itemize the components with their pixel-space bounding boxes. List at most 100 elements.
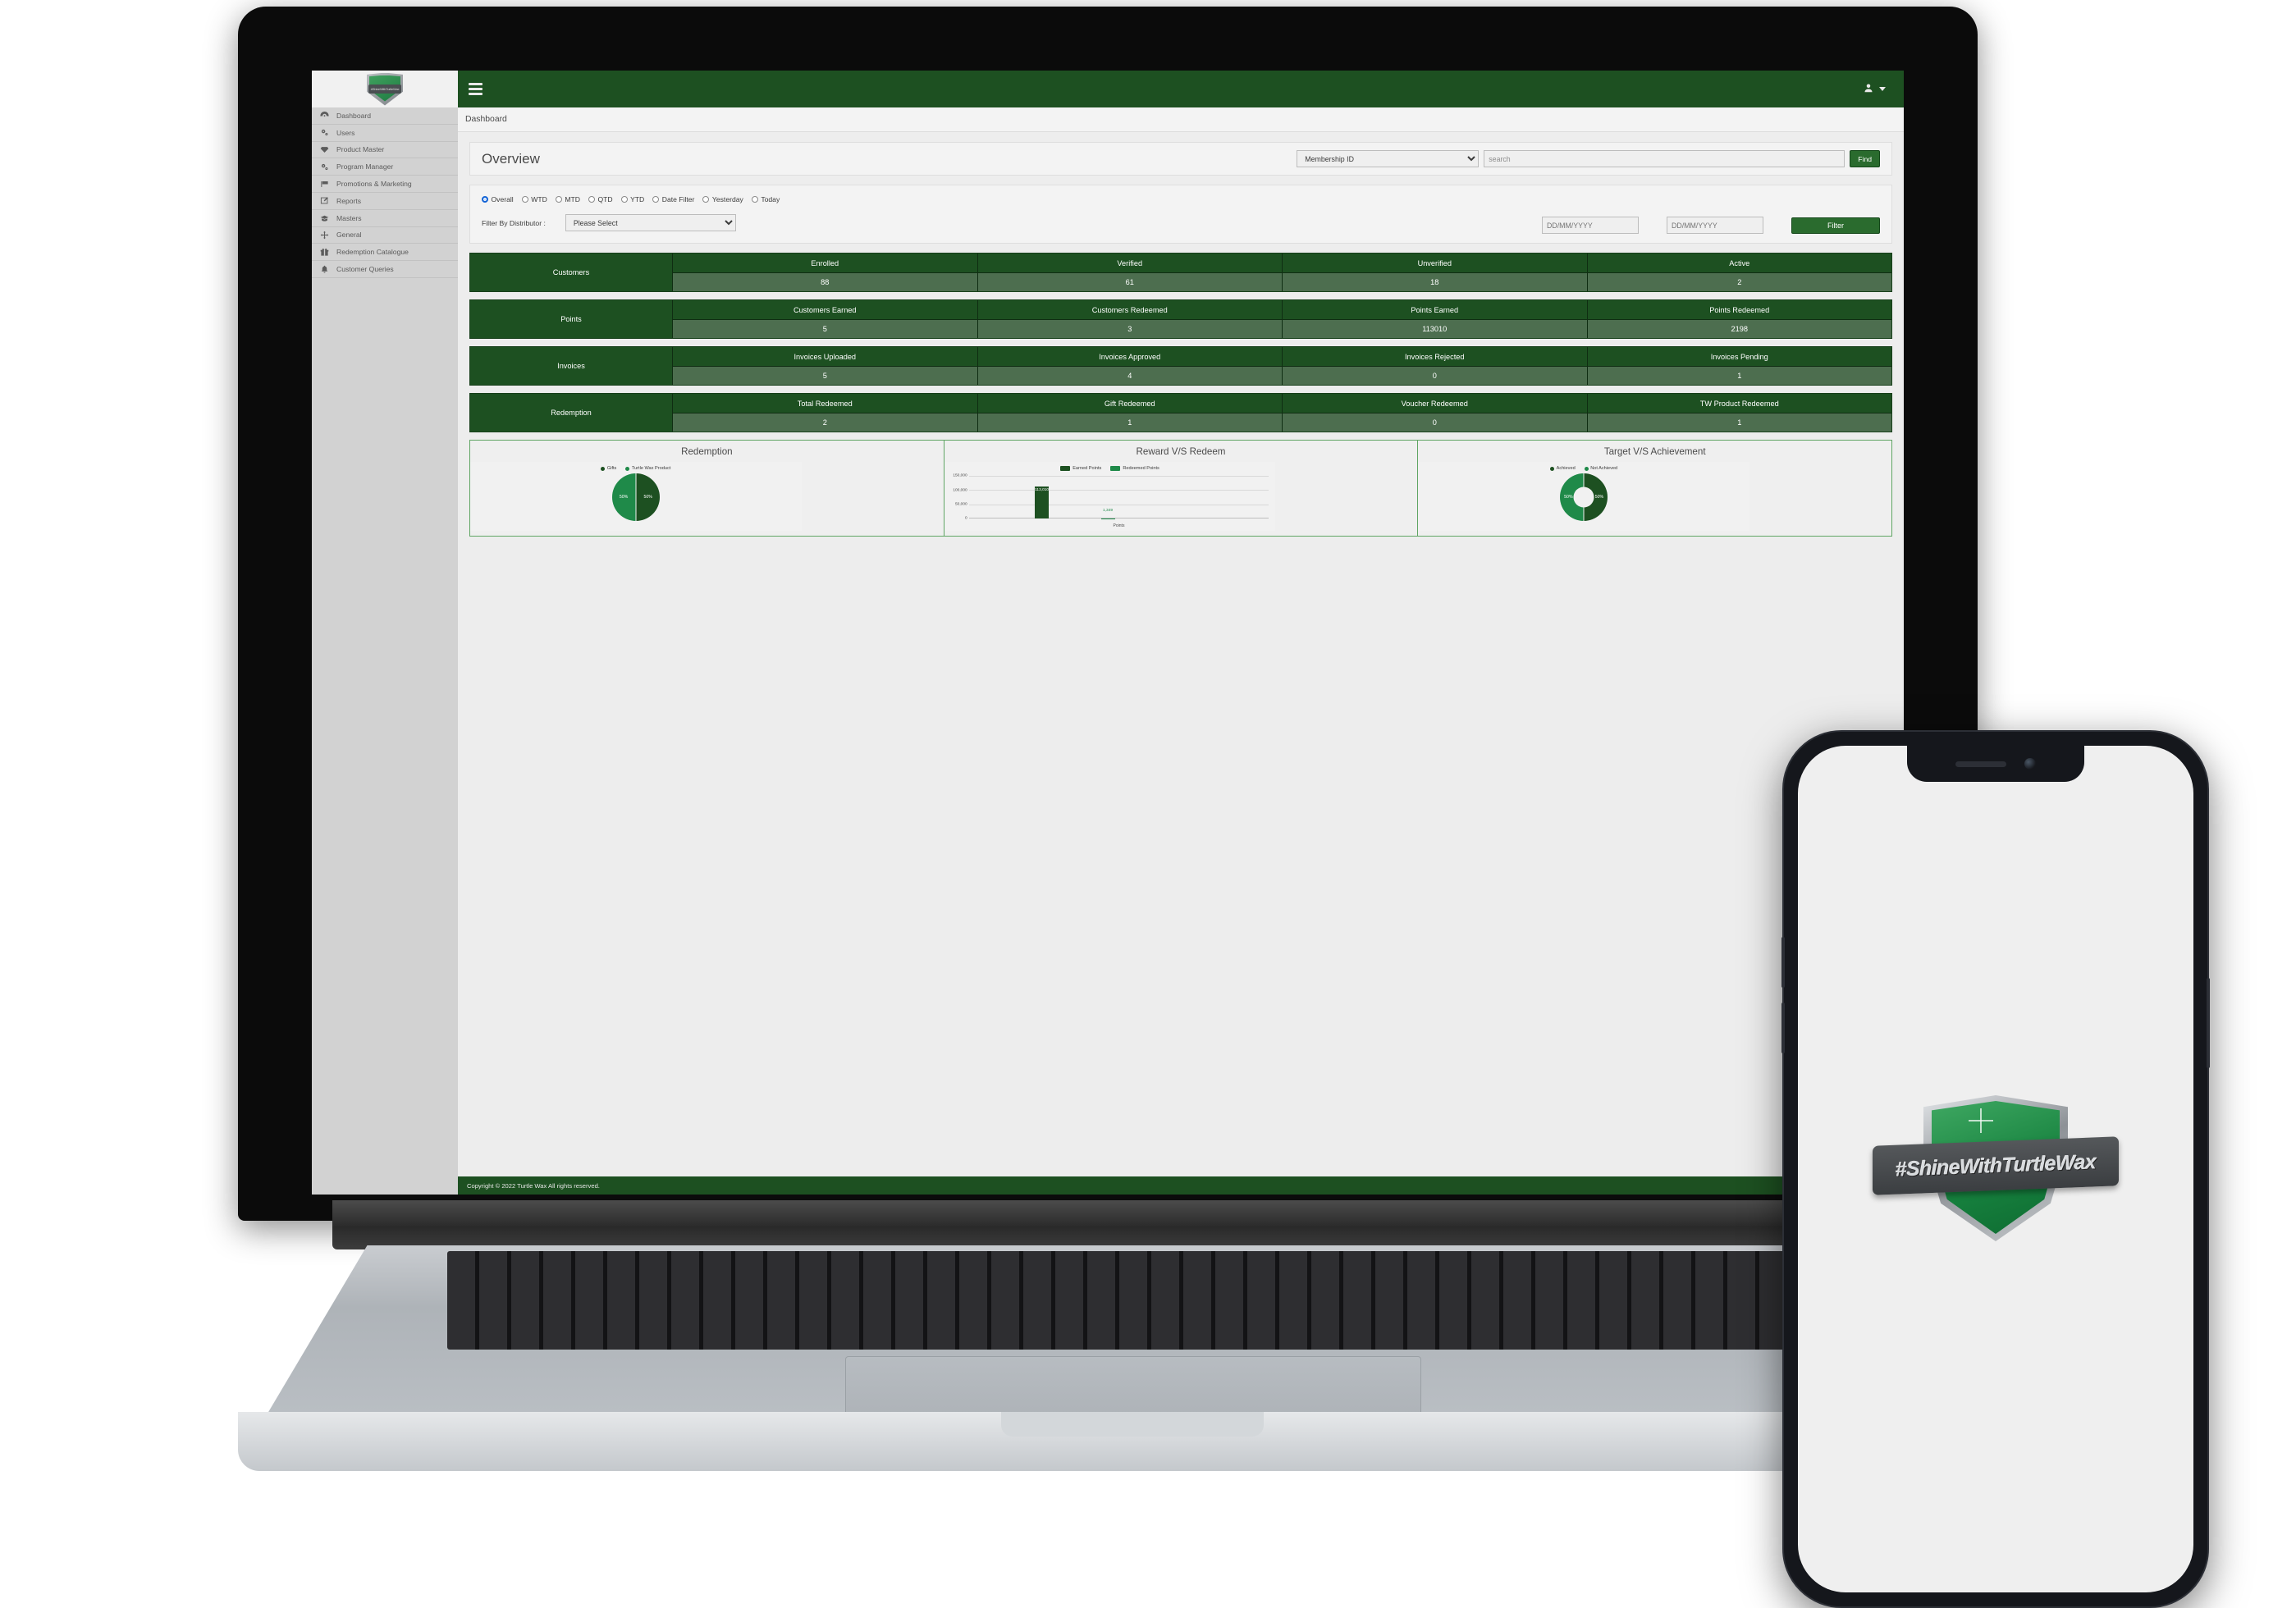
- sidebar-item-general[interactable]: General: [312, 227, 458, 244]
- date-from-input[interactable]: [1542, 217, 1639, 234]
- legend-swatch: [625, 466, 630, 471]
- sidebar-item-label: Masters: [336, 213, 362, 222]
- donut-chart-wrap: 50% 50%: [1418, 473, 1749, 521]
- radio-date-filter[interactable]: Date Filter: [652, 195, 694, 203]
- chart-plot-area: Gifts Turtle Wax Product 50% 50%: [470, 462, 802, 531]
- chart-card-redemption: Redemption Gifts Turtle Wax Product 50% …: [470, 441, 944, 536]
- graduation-cap-icon: [319, 213, 330, 222]
- side-power-button: [2207, 978, 2210, 1068]
- stat-header: Active: [1587, 254, 1891, 273]
- stat-value: 5: [673, 320, 977, 338]
- legend-label: Achieved: [1556, 466, 1576, 471]
- bar-value-label: 1,349: [1103, 508, 1114, 513]
- x-axis-label: Points: [1113, 523, 1125, 528]
- stat-cell: Points Redeemed 2198: [1587, 300, 1891, 338]
- sidebar-item-label: Redemption Catalogue: [336, 248, 409, 257]
- stat-header: Voucher Redeemed: [1283, 394, 1587, 413]
- radio-wtd[interactable]: WTD: [521, 195, 547, 203]
- filter-button[interactable]: Filter: [1791, 217, 1880, 234]
- content-area: Overview Membership ID Find: [458, 132, 1904, 1176]
- stat-row-label: Points: [470, 300, 673, 338]
- sidebar-item-users[interactable]: Users: [312, 125, 458, 142]
- gears-icon: [319, 128, 330, 137]
- sidebar-item-reports[interactable]: Reports: [312, 193, 458, 210]
- stat-cell: Total Redeemed 2: [673, 394, 978, 432]
- sidebar-item-customer-queries[interactable]: Customer Queries: [312, 261, 458, 278]
- top-bar: [458, 71, 1904, 107]
- hamburger-icon[interactable]: [469, 83, 483, 95]
- sidebar-item-label: Program Manager: [336, 162, 394, 171]
- sidebar-item-product-master[interactable]: Product Master: [312, 142, 458, 159]
- pie-divider: [1583, 473, 1585, 521]
- stat-value: 88: [673, 273, 977, 291]
- legend-swatch: [1584, 466, 1589, 471]
- stat-cell: Verified 61: [977, 254, 1283, 291]
- pie-chart: 50% 50%: [611, 473, 660, 521]
- radio-mtd[interactable]: MTD: [555, 195, 580, 203]
- y-axis-tick: 50,000: [955, 502, 967, 507]
- stat-row-label: Customers: [470, 254, 673, 291]
- pie-slice-label: 50%: [619, 495, 629, 500]
- radio-label: Yesterday: [711, 195, 743, 203]
- sidebar-item-promotions-marketing[interactable]: Promotions & Marketing: [312, 176, 458, 193]
- arrows-icon: [319, 231, 330, 240]
- gem-icon: [319, 145, 330, 154]
- radio-label: MTD: [565, 195, 580, 203]
- stat-cell: TW Product Redeemed 1: [1587, 394, 1891, 432]
- radio-label: Overall: [491, 195, 514, 203]
- radio-overall[interactable]: Overall: [482, 195, 514, 203]
- radio-indicator: [555, 196, 562, 203]
- charts-row: Redemption Gifts Turtle Wax Product 50% …: [469, 440, 1892, 537]
- bar-value-label: 113,010: [1035, 487, 1050, 492]
- sidebar-item-label: General: [336, 231, 362, 240]
- stat-value: 2: [673, 413, 977, 432]
- stat-value: 1: [1587, 367, 1891, 385]
- sidebar-item-masters[interactable]: Masters: [312, 210, 458, 227]
- laptop-hinge: [332, 1200, 1941, 1249]
- radio-label: Today: [761, 195, 780, 203]
- legend-item: Gifts: [601, 466, 616, 471]
- phone-body: #ShineWithTurtleWax: [1781, 730, 2210, 1608]
- stat-header: Gift Redeemed: [977, 394, 1282, 413]
- distributor-select[interactable]: Please Select: [565, 214, 736, 231]
- radio-indicator: [521, 196, 528, 203]
- laptop-base: [238, 1200, 2043, 1471]
- user-icon: [1864, 82, 1873, 97]
- breadcrumb: Dashboard: [458, 107, 1904, 132]
- chart-card-target-vs-achievement: Target V/S Achievement Achieved Not Achi…: [1418, 441, 1891, 536]
- stat-value: 3: [977, 320, 1282, 338]
- edit-icon: [319, 196, 330, 205]
- sidebar-item-dashboard[interactable]: Dashboard: [312, 107, 458, 125]
- search-field-select[interactable]: Membership ID: [1297, 150, 1480, 167]
- date-to-input[interactable]: [1667, 217, 1763, 234]
- chart-plot-area: Earned Points Redeemed Points 113,010 1,…: [944, 462, 1276, 531]
- radio-label: Date Filter: [661, 195, 695, 203]
- sidebar-item-redemption-catalogue[interactable]: Redemption Catalogue: [312, 244, 458, 262]
- stat-header: Points Earned: [1283, 300, 1587, 320]
- radio-yesterday[interactable]: Yesterday: [702, 195, 743, 203]
- search-input[interactable]: [1484, 150, 1845, 167]
- radio-ytd[interactable]: YTD: [620, 195, 644, 203]
- turtle-wax-shield-logo: #ShineWithTurtleWax: [1873, 1095, 2119, 1243]
- stat-value: 5: [673, 367, 977, 385]
- stat-header: Invoices Uploaded: [673, 347, 977, 367]
- stat-row-label: Redemption: [470, 394, 673, 432]
- footer: Copyright © 2022 Turtle Wax All rights r…: [458, 1176, 1904, 1195]
- page-title: Overview: [482, 150, 540, 167]
- find-button[interactable]: Find: [1850, 150, 1880, 167]
- radio-qtd[interactable]: QTD: [588, 195, 613, 203]
- sidebar: #ShineWithTurtleWax Dashboard Users Prod…: [312, 71, 458, 1195]
- sidebar-logo[interactable]: #ShineWithTurtleWax: [312, 71, 458, 107]
- user-menu[interactable]: [1864, 82, 1886, 97]
- pie-divider: [635, 473, 637, 521]
- laptop-screen: #ShineWithTurtleWax Dashboard Users Prod…: [312, 71, 1904, 1195]
- radio-today[interactable]: Today: [751, 195, 780, 203]
- stat-header: Total Redeemed: [673, 394, 977, 413]
- stat-value: 2: [1587, 273, 1891, 291]
- stat-row-redemption: Redemption Total Redeemed 2 Gift Redeemed…: [469, 393, 1892, 432]
- dashboard-app: #ShineWithTurtleWax Dashboard Users Prod…: [312, 71, 1904, 1195]
- stat-row-points: Points Customers Earned 5 Customers Redee…: [469, 299, 1892, 339]
- sidebar-item-program-manager[interactable]: Program Manager: [312, 158, 458, 176]
- laptop-keyboard: [447, 1251, 1813, 1350]
- stat-value: 0: [1283, 367, 1587, 385]
